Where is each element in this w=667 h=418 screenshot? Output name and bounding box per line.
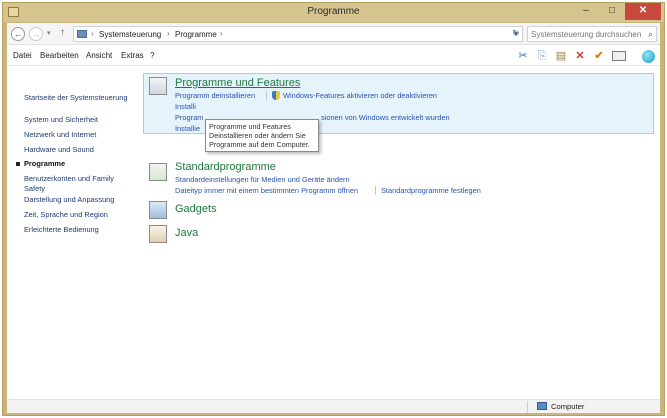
link-uninstall-program[interactable]: Programm deinstallieren [175,91,255,100]
sidebar-item-user-accounts[interactable]: Benutzerkonten und Family Safety [24,174,136,194]
status-location: Computer [551,402,585,411]
menu-ansicht[interactable]: Ansicht [86,51,112,60]
link-run-older-programs[interactable]: Program [175,113,203,122]
title-bar[interactable]: Programme – □ ✕ [3,3,664,22]
breadcrumb-separator[interactable]: › [167,29,170,38]
recent-locations-dropdown[interactable]: ▾ [47,29,51,37]
back-button[interactable]: ← [11,27,25,41]
menu-extras[interactable]: Extras [121,51,144,60]
category-programs-title[interactable]: Programme und Features [175,77,300,89]
breadcrumb-item-systemsteuerung[interactable]: Systemsteuerung [99,30,161,39]
default-programs-icon[interactable] [149,163,167,181]
forward-button[interactable]: → [29,27,43,41]
link-run-older-programs-rest[interactable]: sionen von Windows entwickelt wurden [321,113,450,122]
tooltip: Programme und Features Deinstallieren od… [205,119,319,152]
java-icon[interactable] [149,225,167,243]
menu-datei[interactable]: Datei [13,51,32,60]
menu-bar: Datei Bearbeiten Ansicht Extras ? ✂ ⎘ ▤ … [7,46,660,66]
delete-icon[interactable]: ✕ [573,49,587,63]
menu-help[interactable]: ? [150,51,154,60]
sidebar-item-accessibility[interactable]: Erleichterte Bedienung [24,225,136,235]
status-bar: Computer [7,399,660,413]
window-title: Programme [307,6,360,17]
breadcrumb-item-programme[interactable]: Programme [175,30,217,39]
cut-icon[interactable]: ✂ [516,49,530,63]
link-media-defaults[interactable]: Standardeinstellungen für Medien und Ger… [175,175,350,184]
computer-icon [537,402,547,410]
menu-bearbeiten[interactable]: Bearbeiten [40,51,79,60]
sidebar-item-appearance[interactable]: Darstellung und Anpassung [24,195,136,205]
link-file-type-association[interactable]: Dateityp immer mit einem bestimmten Prog… [175,186,358,195]
sidebar-item-programme: Programme [24,159,66,168]
link-separator [266,91,267,100]
search-icon[interactable]: ⌕ [648,29,653,40]
programs-features-icon[interactable] [149,77,167,95]
shield-icon [272,91,280,100]
tooltip-line: Deinstallieren oder ändern Sie [209,131,306,140]
tooltip-title: Programme und Features [209,122,291,131]
refresh-icon[interactable]: ↻ [512,28,520,39]
link-installed-updates[interactable]: Installi [175,102,196,111]
link-set-default-programs[interactable]: Standardprogramme festlegen [381,186,481,195]
category-gadgets-title[interactable]: Gadgets [175,203,217,215]
address-bar: ← → ▾ ↑ › Systemsteuerung › Programme › … [7,23,660,45]
properties-icon[interactable] [611,49,627,63]
breadcrumb-separator[interactable]: › [91,29,94,38]
window-frame: Programme – □ ✕ ← → ▾ ↑ › Systemsteuerun… [2,2,665,416]
tooltip-line: Programme auf dem Computer. [209,140,310,149]
link-separator [375,186,376,195]
sidebar-item-system-security[interactable]: System und Sicherheit [24,115,136,125]
category-defaults-title[interactable]: Standardprogramme [175,161,276,173]
close-button[interactable]: ✕ [625,3,661,20]
maximize-button[interactable]: □ [599,3,625,20]
explorer-client: ← → ▾ ↑ › Systemsteuerung › Programme › … [7,23,660,413]
sidebar-item-home[interactable]: Startseite der Systemsteuerung [24,93,136,103]
search-input[interactable] [531,29,641,40]
breadcrumb[interactable]: › Systemsteuerung › Programme › ▾ [73,26,523,42]
search-box[interactable]: ⌕ [527,26,657,42]
category-java-title[interactable]: Java [175,227,198,239]
globe-icon[interactable] [640,49,656,63]
link-windows-features[interactable]: Windows-Features aktivieren oder deaktiv… [283,91,437,100]
sidebar-item-network[interactable]: Netzwerk und Internet [24,130,136,140]
sidebar: Startseite der Systemsteuerung System un… [7,67,139,397]
current-page-bullet [16,162,20,166]
gadgets-icon[interactable] [149,201,167,219]
control-panel-icon [77,30,87,38]
status-separator [527,401,528,413]
paste-icon[interactable]: ▤ [554,49,568,63]
breadcrumb-separator[interactable]: › [220,29,223,38]
up-button[interactable]: ↑ [60,27,65,38]
check-icon[interactable]: ✔ [592,49,606,63]
sidebar-item-region[interactable]: Zeit, Sprache und Region [24,210,136,220]
copy-icon[interactable]: ⎘ [535,49,549,63]
minimize-button[interactable]: – [573,3,599,20]
link-install-program[interactable]: Installie [175,124,200,133]
sidebar-item-hardware[interactable]: Hardware und Sound [24,145,136,155]
